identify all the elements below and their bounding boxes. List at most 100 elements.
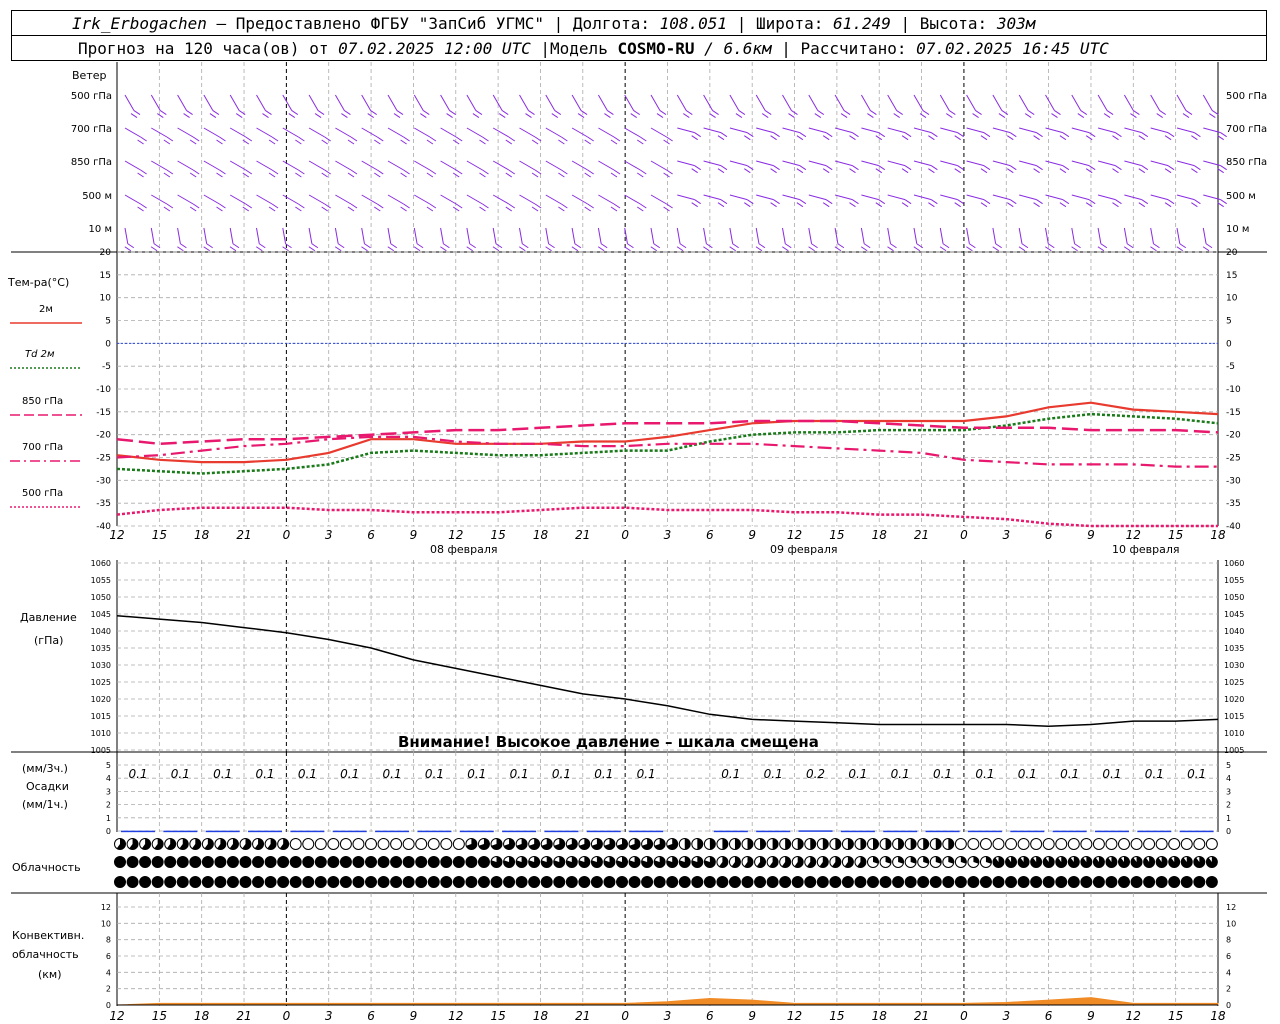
wind-barb [335,194,358,212]
wind-barb-staff [624,194,641,205]
wind-barb-flag [729,246,736,252]
wind-barb-staff [124,227,129,244]
wind-barb-staff [834,194,853,201]
wind-barb [1124,194,1149,208]
pres-tick-right: 1060 [1224,559,1244,568]
wind-barb-staff [1019,160,1037,167]
wind-barb-staff [992,194,1011,201]
wind-level-left: 10 м [89,224,112,235]
wind-barb-flag [1103,113,1111,119]
wind-barb-flag [656,113,664,119]
cloud-cover-icon [1180,838,1193,850]
cloud-cover-fill [684,838,691,850]
conv-tick-right: 2 [1226,985,1231,994]
prec-bar [883,830,918,833]
wind-barb-staff [756,194,774,201]
wind-barb-staff [755,227,760,244]
time-tick-label-bottom: 0 [960,1009,968,1023]
wind-barb-flag [969,243,976,249]
wind-barb [1176,227,1187,252]
prec-tick-right: 1 [1226,814,1231,823]
wind-barb-flag [913,246,921,252]
pres-tick-left: 1050 [91,593,111,602]
wind-barb [519,227,529,252]
wind-barb-flag [268,172,276,178]
wind-barb [387,194,410,212]
wind-barb-flag [505,172,513,178]
wind-level-right: 700 гПа [1226,124,1267,135]
pres-tick-left: 1005 [91,746,111,755]
wind-barb-flag [1141,199,1149,205]
cloud-cover-icon [1168,838,1181,850]
wind-barb [913,194,938,208]
wind-barb [860,227,871,252]
wind-barb-flag [843,110,851,116]
cloud-cover-icon [1155,876,1168,888]
cloud-cover-icon [590,876,603,888]
wind-barb [440,160,463,178]
wind-level-left: 700 гПа [71,124,112,135]
wind-barb-flag [706,243,713,249]
wind-barb-flag [166,169,174,175]
time-tick-label-bottom: 6 [706,1009,714,1023]
wind-barb-flag [966,246,973,252]
wind-barb-flag [466,246,473,252]
wind-barb-flag [607,110,614,116]
cloud-cover-icon [1017,838,1030,850]
wind-barb-staff [440,194,457,205]
prec-value-label: 0.1 [848,767,867,781]
wind-barb-staff [1071,160,1090,167]
cloud-cover-icon [151,876,164,888]
cloud-cover-icon [252,856,265,868]
wind-barb-staff [545,194,562,205]
prec-unit-3h: (мм/3ч.) [22,762,68,775]
cloud-cover-fill [810,838,816,850]
wind-barb-flag [1007,202,1014,208]
wind-barb-staff [256,160,273,171]
cloud-cover-icon [1042,838,1055,850]
wind-barb-staff [729,227,734,244]
wind-barb-flag [744,168,751,174]
temp-tick-left: 10 [100,294,112,304]
temp-tick-right: 5 [1226,317,1232,327]
cloud-cover-fill [860,838,866,850]
wind-barb [861,160,886,174]
cloud-cover-fill [1131,856,1143,868]
wind-barb-staff [335,194,352,205]
time-tick-label: 12 [787,528,802,542]
cloud-cover-fill [948,838,954,850]
wind-barb [308,194,331,212]
time-tick-label-bottom: 3 [325,1009,333,1023]
wind-barb-flag [429,203,437,209]
cloud-cover-icon [377,876,390,888]
cloud-cover-icon [829,876,842,888]
pres-tick-right: 1005 [1224,746,1244,755]
wind-barb-flag [1018,246,1026,252]
wind-barb-flag [364,243,371,249]
wind-barb-flag [324,203,331,209]
wind-barb-flag [1159,110,1166,116]
wind-barb-flag [452,172,460,178]
wind-barb-flag [377,136,384,142]
wind-barb-flag [377,169,384,175]
wind-barb-flag [495,243,503,249]
wind-barb-flag [946,113,953,119]
cloud-cover-icon [477,856,490,868]
wind-barb-flag [738,110,746,116]
wind-barb-flag [1115,199,1122,205]
wind-barb-flag [904,199,912,205]
wind-barb-staff [571,160,588,171]
wind-barb-flag [400,206,407,212]
wind-barb [334,227,345,252]
wind-barb [1202,94,1219,119]
wind-barb-flag [508,169,516,175]
wind-barb [203,227,213,252]
wind-barb-flag [1033,168,1040,174]
wind-barb-flag [1138,135,1146,141]
wind-barb-staff [1097,160,1116,167]
cloud-cover-icon [239,876,252,888]
wind-barb-staff [519,194,536,205]
wind-barb [387,227,398,252]
prec-value-label: 0.1 [510,767,529,781]
wind-barb-flag [192,169,200,175]
